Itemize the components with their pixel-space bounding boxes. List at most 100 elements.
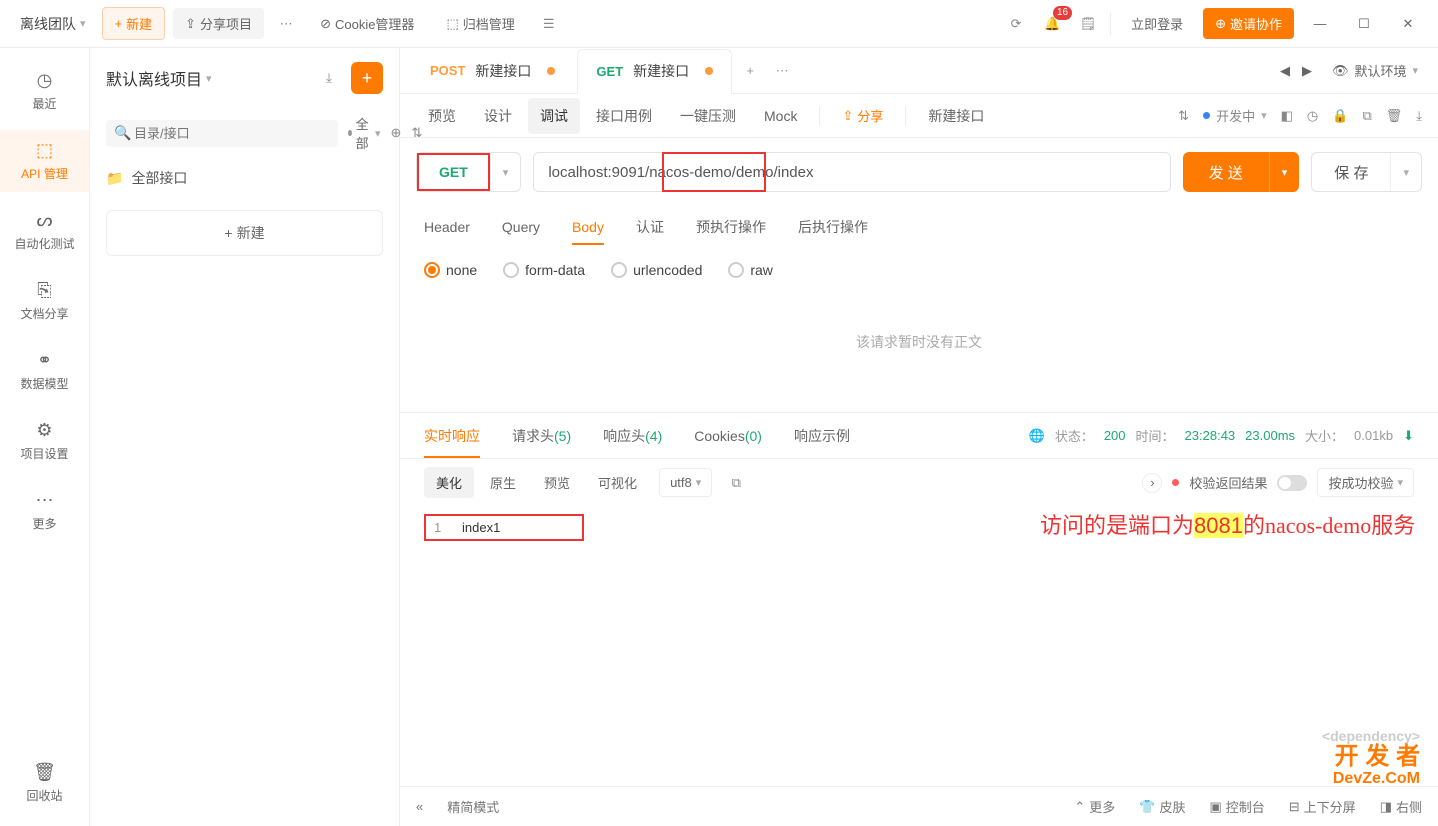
enc-label: utf8 [670,475,692,490]
rt-pretty[interactable]: 美化 [424,467,474,498]
bb-split[interactable]: ⊟上下分屏 [1289,797,1356,816]
resp-tab-cookies[interactable]: Cookies(0) [694,416,762,456]
save-dropdown[interactable]: ▾ [1390,153,1421,191]
tb-share[interactable]: ⇪分享 [830,98,895,133]
req-tab-body[interactable]: Body [572,209,604,245]
import-icon[interactable]: ⤓ [315,64,343,92]
bb-more[interactable]: ⌃更多 [1074,797,1115,816]
nav-more[interactable]: ⋯更多 [0,480,89,542]
req-tab-pre[interactable]: 预执行操作 [696,207,766,247]
team-dropdown[interactable]: 离线团队 ▾ [12,10,94,38]
cookie-manager-button[interactable]: ⊘ Cookie管理器 [308,8,426,39]
new-button[interactable]: + 新建 [102,7,166,40]
tab-post-new[interactable]: POST 新建接口 [412,48,573,93]
globe-icon[interactable]: 🌐 [1029,428,1045,444]
nav-trash[interactable]: 🗑回收站 [0,752,89,814]
validate-mode-dropdown[interactable]: 按成功校验▾ [1317,468,1414,497]
tb-stress[interactable]: 一键压测 [668,98,748,134]
validate-toggle[interactable] [1277,475,1307,491]
next-tab-icon[interactable]: ▶ [1302,63,1312,79]
req-tab-post[interactable]: 后执行操作 [798,207,868,247]
maximize-icon[interactable]: ☐ [1346,10,1382,38]
tb-cases[interactable]: 接口用例 [584,98,664,134]
radio-urlencoded[interactable]: urlencoded [611,262,702,278]
chevron-down-icon: ▾ [503,166,509,179]
skin-icon: 👕 [1139,799,1155,815]
tab-get-new[interactable]: GET 新建接口 [577,49,732,94]
req-tab-query[interactable]: Query [502,209,540,245]
url-input[interactable]: localhost:9091/nacos-demo/demo/index [533,152,1170,192]
bell-icon[interactable]: 🔔16 [1038,10,1066,38]
resp-tab-req-head[interactable]: 请求头(5) [512,414,571,458]
trash-icon[interactable]: 🗑 [1386,108,1403,124]
tb-debug[interactable]: 调试 [528,98,580,134]
share-project-button[interactable]: ⇪ 分享项目 [173,8,264,39]
rt-viz[interactable]: 可视化 [586,467,649,498]
tb-mock[interactable]: Mock [752,100,809,132]
close-icon[interactable]: ✕ [1390,10,1426,38]
bb-console[interactable]: ▣控制台 [1209,797,1264,816]
sync-icon[interactable]: ⟳ [1002,10,1030,38]
history-icon[interactable]: ◷ [1307,108,1318,124]
resp-tab-resp-head[interactable]: 响应头(4) [603,414,662,458]
nav-docs[interactable]: ⎘文档分享 [0,270,89,332]
nav-project-settings[interactable]: ⚙项目设置 [0,410,89,472]
download-icon[interactable]: ⬇ [1403,428,1414,444]
invite-button[interactable]: ⊕ 邀请协作 [1203,8,1294,39]
rt-raw[interactable]: 原生 [478,467,528,498]
encoding-dropdown[interactable]: utf8▾ [659,468,712,497]
rt-preview[interactable]: 预览 [532,467,582,498]
nav-api[interactable]: ⬚API 管理 [0,130,89,192]
mode-label[interactable]: 精简模式 [447,797,499,816]
method-dropdown[interactable]: ▾ [490,153,521,191]
method-select[interactable]: GET [417,153,490,191]
radio-none[interactable]: none [424,262,477,278]
radio-form-data[interactable]: form-data [503,262,585,278]
send-button[interactable]: 发 送 ▾ [1183,152,1300,192]
bb-right[interactable]: ◨右侧 [1380,797,1422,816]
sidebar-item-all-api[interactable]: 📁全部接口 [90,158,399,198]
validate-btn-label: 按成功校验 [1328,473,1393,492]
lock-icon[interactable]: 🔒 [1332,108,1348,124]
tab-add-button[interactable]: + [736,57,764,85]
more-icon[interactable]: ⋯ [272,10,300,38]
sort-icon[interactable]: ⇅ [1178,108,1189,124]
archive-button[interactable]: ⬚ 归档管理 [434,8,526,39]
sidebar-new-button[interactable]: +新建 [106,210,383,256]
tb-preview[interactable]: 预览 [416,98,468,134]
copy-icon[interactable]: ⧉ [1362,108,1371,124]
prev-tab-icon[interactable]: ◀ [1280,63,1290,79]
nav-data-model[interactable]: ⚭数据模型 [0,340,89,402]
minimize-icon[interactable]: — [1302,10,1338,38]
req-tab-auth[interactable]: 认证 [636,207,664,247]
resp-tab-realtime[interactable]: 实时响应 [424,414,480,458]
add-button[interactable]: + [351,62,383,94]
nav-recent[interactable]: ◷最近 [0,60,89,122]
collapse-left-icon[interactable]: « [416,799,423,814]
filter-dropdown[interactable]: 全部▾ [348,114,381,152]
resp-tab-example[interactable]: 响应示例 [794,414,850,458]
collapse-icon[interactable]: › [1142,473,1162,493]
send-dropdown[interactable]: ▾ [1269,152,1300,192]
radio-raw[interactable]: raw [728,262,773,278]
tb-design[interactable]: 设计 [472,98,524,134]
bb-skin[interactable]: 👕皮肤 [1139,797,1185,816]
tab-more-icon[interactable]: ⋯ [768,57,796,85]
copy-icon[interactable]: ⧉ [722,469,750,497]
list-icon[interactable]: ☰ [535,10,563,38]
tb-new-api[interactable]: 新建接口 [916,98,996,134]
tab-count: (5) [554,428,571,444]
search-input[interactable] [106,120,338,147]
response-toolbar: 美化 原生 预览 可视化 utf8▾ ⧉ › 校验返回结果 按成功校验▾ [400,459,1438,506]
note-icon[interactable]: 🗒 [1074,10,1102,38]
nav-auto-test[interactable]: ᔕ自动化测试 [0,200,89,262]
export-icon[interactable]: ⤓ [1416,108,1422,124]
env-dropdown[interactable]: 👁 默认环境 ▾ [1324,57,1426,84]
layout-icon[interactable]: ◧ [1281,108,1293,124]
login-button[interactable]: 立即登录 [1119,8,1195,39]
save-button[interactable]: 保 存 ▾ [1311,152,1422,192]
project-title-dropdown[interactable]: 默认离线项目▾ [106,66,307,90]
new-button-label: 新建 [126,14,152,33]
req-tab-header[interactable]: Header [424,209,470,245]
status-chip[interactable]: 开发中▾ [1203,106,1267,125]
